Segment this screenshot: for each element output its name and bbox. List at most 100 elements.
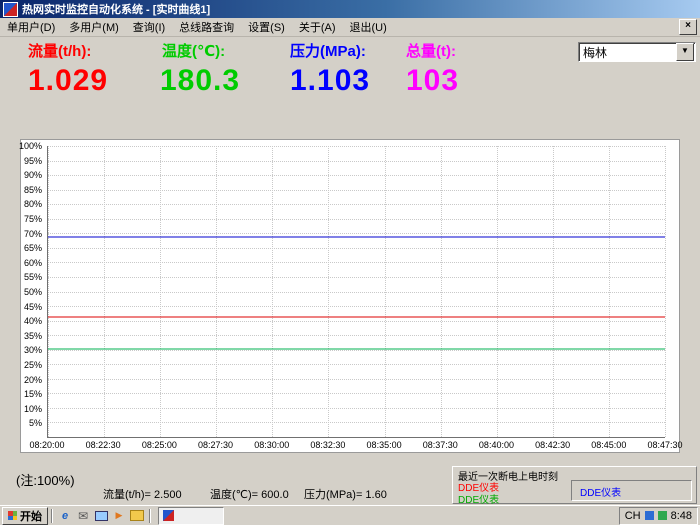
x-tick-label: 08:25:00 bbox=[142, 440, 177, 450]
v-gridline bbox=[441, 146, 442, 437]
power-event-panel: 最近一次断电上电时刻 DDE仪表 DDE仪表 DDE仪表 bbox=[452, 466, 697, 504]
series-line bbox=[48, 236, 665, 237]
y-tick-label: 85% bbox=[24, 185, 42, 195]
window-title: 热网实时监控自动化系统 - [实时曲线1] bbox=[22, 1, 210, 17]
dde-meter-blue: DDE仪表 bbox=[580, 484, 621, 499]
show-desktop-icon[interactable] bbox=[93, 509, 109, 523]
temperature-value: 180.3 bbox=[160, 64, 240, 98]
realtime-curve-chart: 100%95%90%85%80%75%70%65%60%55%50%45%40%… bbox=[20, 139, 680, 453]
dde-meter-green: DDE仪表 bbox=[458, 491, 499, 506]
station-select-value: 梅林 bbox=[579, 44, 676, 61]
flow-label: 流量(t/h): bbox=[28, 40, 91, 61]
h-gridline bbox=[48, 204, 665, 205]
dde-meter-box: DDE仪表 bbox=[571, 480, 692, 501]
h-gridline bbox=[48, 277, 665, 278]
h-gridline bbox=[48, 233, 665, 234]
y-tick-label: 80% bbox=[24, 199, 42, 209]
v-gridline bbox=[272, 146, 273, 437]
h-gridline bbox=[48, 422, 665, 423]
menu-item-single-user[interactable]: 单用户(D) bbox=[0, 17, 62, 37]
plot-area bbox=[47, 146, 665, 438]
menu-item-exit[interactable]: 退出(U) bbox=[343, 17, 394, 37]
v-gridline bbox=[609, 146, 610, 437]
windows-logo-icon bbox=[8, 511, 17, 520]
mail-icon[interactable]: ✉ bbox=[75, 509, 91, 523]
x-axis-labels: 08:20:0008:22:3008:25:0008:27:3008:30:00… bbox=[47, 440, 665, 452]
pressure-scale-text: 压力(MPa)= 1.60 bbox=[304, 486, 387, 502]
folder-icon[interactable] bbox=[129, 509, 145, 523]
pressure-value: 1.103 bbox=[290, 64, 370, 98]
x-tick-label: 08:32:30 bbox=[310, 440, 345, 450]
tray-icon-2[interactable] bbox=[658, 511, 667, 520]
h-gridline bbox=[48, 219, 665, 220]
y-tick-label: 35% bbox=[24, 331, 42, 341]
h-gridline bbox=[48, 175, 665, 176]
taskbar-divider bbox=[149, 509, 151, 523]
app-icon bbox=[3, 2, 18, 17]
child-close-button[interactable]: × bbox=[679, 19, 697, 35]
temperature-scale-text: 温度(℃)= 600.0 bbox=[210, 486, 289, 502]
x-tick-label: 08:45:00 bbox=[591, 440, 626, 450]
v-gridline bbox=[665, 146, 666, 437]
h-gridline bbox=[48, 146, 665, 147]
x-tick-label: 08:47:30 bbox=[647, 440, 682, 450]
y-tick-label: 70% bbox=[24, 229, 42, 239]
chevron-down-icon[interactable]: ▼ bbox=[676, 43, 694, 61]
tray-icon-1[interactable] bbox=[645, 511, 654, 520]
flow-scale-text: 流量(t/h)= 2.500 bbox=[103, 486, 182, 502]
y-tick-label: 25% bbox=[24, 360, 42, 370]
taskbar: 开始 e ✉ ▶ CH 8:48 bbox=[0, 505, 700, 525]
h-gridline bbox=[48, 292, 665, 293]
taskbar-divider bbox=[51, 509, 53, 523]
app-icon bbox=[163, 510, 174, 521]
h-gridline bbox=[48, 262, 665, 263]
menu-item-multi-user[interactable]: 多用户(M) bbox=[62, 17, 126, 37]
active-task-button[interactable] bbox=[158, 507, 224, 525]
start-button-label: 开始 bbox=[20, 508, 42, 524]
station-select[interactable]: 梅林 ▼ bbox=[578, 42, 696, 62]
x-tick-label: 08:40:00 bbox=[479, 440, 514, 450]
h-gridline bbox=[48, 364, 665, 365]
y-tick-label: 20% bbox=[24, 375, 42, 385]
y-tick-label: 40% bbox=[24, 316, 42, 326]
y-tick-label: 90% bbox=[24, 170, 42, 180]
x-tick-label: 08:20:00 bbox=[29, 440, 64, 450]
y-tick-label: 45% bbox=[24, 302, 42, 312]
menu-item-about[interactable]: 关于(A) bbox=[292, 17, 343, 37]
v-gridline bbox=[553, 146, 554, 437]
h-gridline bbox=[48, 393, 665, 394]
series-line bbox=[48, 349, 665, 350]
ie-icon[interactable]: e bbox=[57, 509, 73, 523]
start-button[interactable]: 开始 bbox=[2, 507, 48, 525]
title-bar: 热网实时监控自动化系统 - [实时曲线1] bbox=[0, 0, 700, 18]
h-gridline bbox=[48, 335, 665, 336]
x-tick-label: 08:42:30 bbox=[535, 440, 570, 450]
language-indicator[interactable]: CH bbox=[625, 510, 641, 522]
h-gridline bbox=[48, 161, 665, 162]
v-gridline bbox=[104, 146, 105, 437]
v-gridline bbox=[48, 146, 49, 437]
clock: 8:48 bbox=[671, 510, 692, 522]
scale-note: (注:100%) bbox=[16, 470, 75, 489]
menu-item-settings[interactable]: 设置(S) bbox=[241, 17, 292, 37]
y-tick-label: 75% bbox=[24, 214, 42, 224]
y-tick-label: 95% bbox=[24, 156, 42, 166]
x-tick-label: 08:22:30 bbox=[86, 440, 121, 450]
total-label: 总量(t): bbox=[406, 40, 456, 61]
y-tick-label: 100% bbox=[19, 141, 42, 151]
y-tick-label: 55% bbox=[24, 272, 42, 282]
h-gridline bbox=[48, 190, 665, 191]
x-tick-label: 08:37:30 bbox=[423, 440, 458, 450]
y-tick-label: 65% bbox=[24, 243, 42, 253]
system-tray: CH 8:48 bbox=[619, 507, 698, 525]
h-gridline bbox=[48, 321, 665, 322]
total-value: 103 bbox=[406, 64, 459, 98]
media-player-icon[interactable]: ▶ bbox=[111, 509, 127, 523]
menu-bar: 单用户(D) 多用户(M) 查询(I) 总线路查询 设置(S) 关于(A) 退出… bbox=[0, 18, 700, 37]
menu-item-query[interactable]: 查询(I) bbox=[126, 17, 172, 37]
series-line bbox=[48, 317, 665, 318]
h-gridline bbox=[48, 306, 665, 307]
h-gridline bbox=[48, 248, 665, 249]
application-window: 热网实时监控自动化系统 - [实时曲线1] 单用户(D) 多用户(M) 查询(I… bbox=[0, 0, 700, 525]
menu-item-busline-query[interactable]: 总线路查询 bbox=[172, 17, 241, 37]
